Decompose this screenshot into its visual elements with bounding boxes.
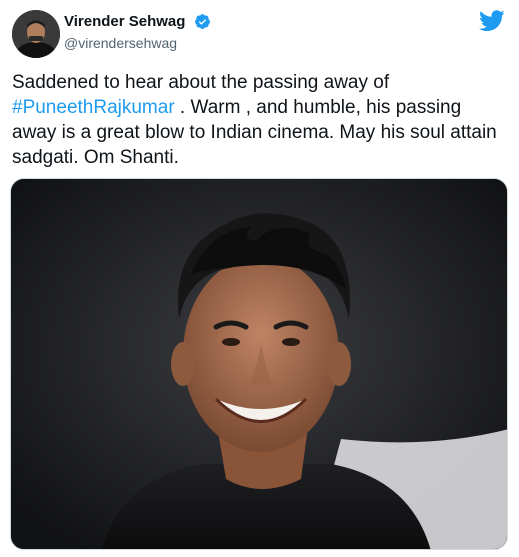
tweet-card: Virender Sehwag @virendersehwag Saddened…: [0, 0, 519, 557]
tweet-text: Saddened to hear about the passing away …: [12, 70, 507, 170]
avatar[interactable]: [12, 10, 60, 58]
author-handle[interactable]: @virendersehwag: [64, 35, 211, 51]
hashtag-link[interactable]: #PuneethRajkumar: [12, 97, 175, 118]
tweet-photo[interactable]: [10, 178, 508, 550]
twitter-bird-icon[interactable]: [479, 10, 505, 32]
author-names: Virender Sehwag @virendersehwag: [64, 13, 211, 51]
tweet-header: Virender Sehwag @virendersehwag: [12, 10, 507, 58]
author-display-name[interactable]: Virender Sehwag: [64, 13, 185, 30]
verified-badge-icon: [194, 13, 211, 30]
tweet-text-body: Saddened to hear about the passing away …: [12, 72, 390, 93]
